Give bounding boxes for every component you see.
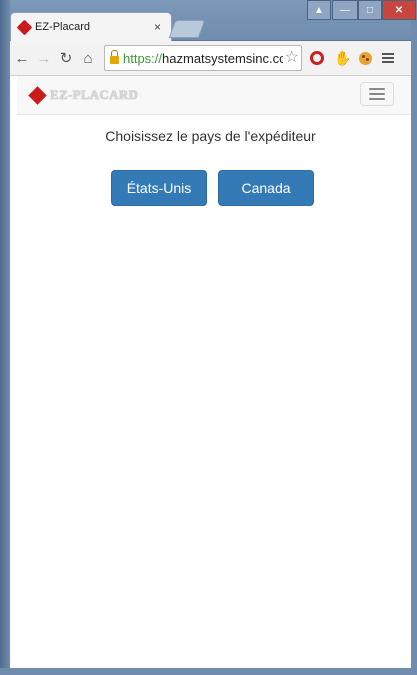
window-frame-bottom: [0, 668, 417, 675]
browser-window: EZ-Placard × ▲ — □ ✕ ← → ↻ ⌂ https:// ha…: [0, 0, 417, 675]
united-states-button[interactable]: États-Unis: [111, 170, 207, 206]
brand-name: EZ-PLACARD: [50, 87, 139, 102]
home-icon[interactable]: ⌂: [78, 50, 98, 67]
back-arrow-icon[interactable]: ←: [12, 50, 32, 67]
favicon-icon: [16, 19, 33, 35]
forward-arrow-icon[interactable]: →: [34, 50, 54, 67]
lock-icon: [110, 50, 119, 64]
reload-icon[interactable]: ↻: [56, 49, 76, 67]
site-navbar: EZ-PLACARD: [17, 76, 411, 115]
close-window-button[interactable]: ✕: [382, 0, 416, 20]
browser-menu-icon[interactable]: [382, 53, 395, 63]
hamburger-bar: [369, 88, 385, 90]
brand-logo-icon: [28, 85, 47, 105]
hamburger-menu-button[interactable]: [360, 82, 394, 106]
tab-close-icon[interactable]: ×: [154, 20, 161, 34]
minimize-button[interactable]: —: [332, 0, 358, 20]
window-frame-left: [0, 0, 10, 675]
bookmark-star-icon[interactable]: ☆: [282, 47, 299, 67]
cookie-extension-icon[interactable]: [359, 51, 373, 65]
brand-link[interactable]: EZ-PLACARD: [28, 85, 139, 105]
hamburger-bar: [369, 93, 385, 95]
url-host: hazmatsystemsinc.cc: [162, 50, 286, 66]
window-frame-right: [411, 0, 417, 675]
canada-button[interactable]: Canada: [218, 170, 314, 206]
browser-toolbar: ← → ↻ ⌂ https:// hazmatsystemsinc.cc ☆ ✋: [10, 41, 411, 76]
hand-extension-icon[interactable]: ✋: [334, 50, 351, 67]
country-prompt: Choisissez le pays de l'expéditeur: [105, 128, 316, 144]
url-scheme: https://: [123, 50, 163, 66]
maximize-button[interactable]: □: [358, 0, 382, 20]
address-bar[interactable]: https:// hazmatsystemsinc.cc ☆: [104, 45, 302, 71]
browser-tab[interactable]: EZ-Placard ×: [10, 12, 172, 41]
hamburger-bar: [369, 98, 385, 100]
opera-extension-icon[interactable]: [310, 51, 324, 65]
user-profile-icon[interactable]: ▲: [307, 0, 331, 20]
tab-title: EZ-Placard: [35, 21, 91, 33]
page-content: EZ-PLACARD Choisissez le pays de l'expéd…: [10, 76, 411, 668]
